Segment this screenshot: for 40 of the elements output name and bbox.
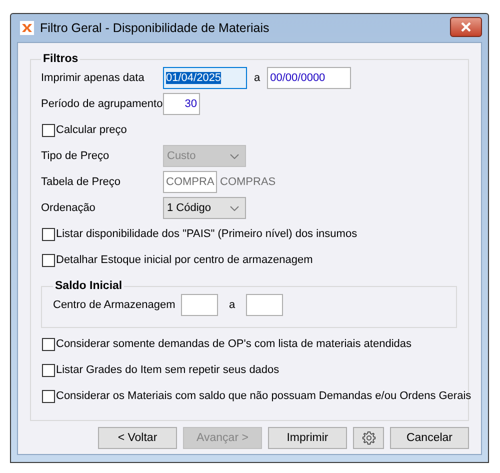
checkbox-label: Considerar somente demandas de OP's com lista de materiais atendidas [56, 338, 412, 350]
field-label: Centro de Armazenagem [53, 299, 176, 311]
checkbox[interactable] [42, 228, 55, 240]
code-description: COMPRAS [220, 176, 276, 188]
checkbox[interactable] [42, 390, 55, 402]
text-field[interactable] [181, 294, 218, 316]
field-label: Tabela de Preço [41, 176, 122, 188]
checkbox[interactable] [42, 338, 55, 350]
window-title: Filtro Geral - Disponibilidade de Materiais [40, 21, 270, 35]
field-label: Período de agrupamento [41, 98, 163, 110]
checkbox-label: Detalhar Estoque inicial por centro de armazenagem [56, 254, 313, 266]
chevron-down-icon [230, 154, 239, 158]
checkbox-label: Calcular preço [56, 124, 127, 136]
field-label: Ordenação [41, 202, 96, 214]
date-field[interactable]: 00/00/0000 [267, 67, 352, 89]
checkbox-label: Listar Grades do Item sem repetir seus dados [56, 364, 280, 376]
settings-button[interactable] [353, 427, 384, 449]
dialog-button[interactable]: Cancelar [390, 427, 469, 449]
close-icon [460, 22, 472, 32]
checkbox[interactable] [42, 124, 55, 136]
range-separator: a [229, 299, 236, 311]
checkbox[interactable] [42, 254, 55, 266]
gear-icon [362, 431, 376, 445]
checkbox-label: Listar disponibilidade dos "PAIS" (Primeiro nível) dos insumos [56, 228, 358, 240]
app-icon [20, 21, 34, 35]
checkbox[interactable] [42, 364, 55, 376]
dialog-button[interactable]: Imprimir [268, 427, 347, 449]
date-field[interactable]: 01/04/2025 [163, 67, 247, 89]
range-separator: a [254, 72, 260, 84]
chevron-down-icon [230, 206, 239, 210]
number-field[interactable]: 30 [163, 93, 200, 115]
close-button[interactable] [450, 17, 482, 37]
group-title: Saldo Inicial [54, 280, 124, 292]
text-field[interactable] [246, 294, 284, 316]
dialog-button[interactable]: < Voltar [98, 427, 177, 449]
checkbox-label: Considerar os Materiais com saldo que não possuam Demandas e/ou Ordens Gerais [56, 390, 472, 402]
dropdown[interactable]: 1 Código [163, 197, 246, 219]
field-label: Imprimir apenas data [41, 72, 146, 84]
field-label: Tipo de Preço [41, 150, 110, 162]
group-title: Filtros [42, 53, 80, 65]
